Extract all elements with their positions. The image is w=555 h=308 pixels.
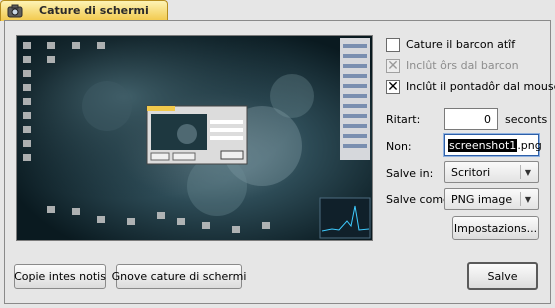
tab-label: Cature di schermi [39, 4, 149, 17]
include-borders-checkbox[interactable]: ✕ [386, 59, 400, 73]
delay-unit: seconts [505, 113, 548, 126]
checkmark-icon: ✕ [387, 58, 399, 74]
delay-label: Ritart: [386, 113, 421, 126]
preview-image [17, 36, 372, 240]
save-in-label: Salve in: [386, 167, 434, 180]
include-pointer-label: Inclût il pontadôr dal mouse [406, 80, 555, 93]
include-borders-label: Inclût ôrs dal barcon [406, 59, 519, 72]
settings-button[interactable]: Impostazions... [452, 216, 539, 240]
new-capture-button[interactable]: Gnove cature di schermi [112, 264, 246, 289]
chevron-down-icon: ▼ [520, 165, 535, 179]
checkmark-icon: ✕ [387, 79, 399, 95]
include-pointer-checkbox[interactable]: ✕ [386, 80, 400, 94]
capture-window-label: Cature il barcon atîf [406, 38, 516, 51]
save-as-value: PNG image [451, 192, 513, 206]
save-as-select[interactable]: PNG image ▼ [444, 188, 539, 210]
copy-to-clipboard-button[interactable]: Copie intes notis [14, 264, 106, 289]
capture-window-checkbox[interactable] [386, 38, 400, 52]
save-button[interactable]: Salve [467, 262, 538, 290]
delay-value: 0 [484, 112, 491, 126]
filename-input[interactable]: screenshot1 .png [444, 134, 542, 156]
filename-label: Non: [386, 140, 412, 153]
save-in-value: Scritori [451, 165, 491, 179]
tab-screenshot[interactable]: Cature di schermi [0, 0, 168, 21]
delay-spinbox[interactable]: 0 [444, 108, 498, 130]
screenshot-preview [16, 35, 373, 241]
camera-icon [7, 4, 23, 18]
filename-selected-text: screenshot1 [448, 138, 518, 152]
save-in-select[interactable]: Scritori ▼ [444, 161, 539, 183]
filename-extension: .png [517, 138, 542, 152]
chevron-down-icon: ▼ [520, 192, 535, 206]
